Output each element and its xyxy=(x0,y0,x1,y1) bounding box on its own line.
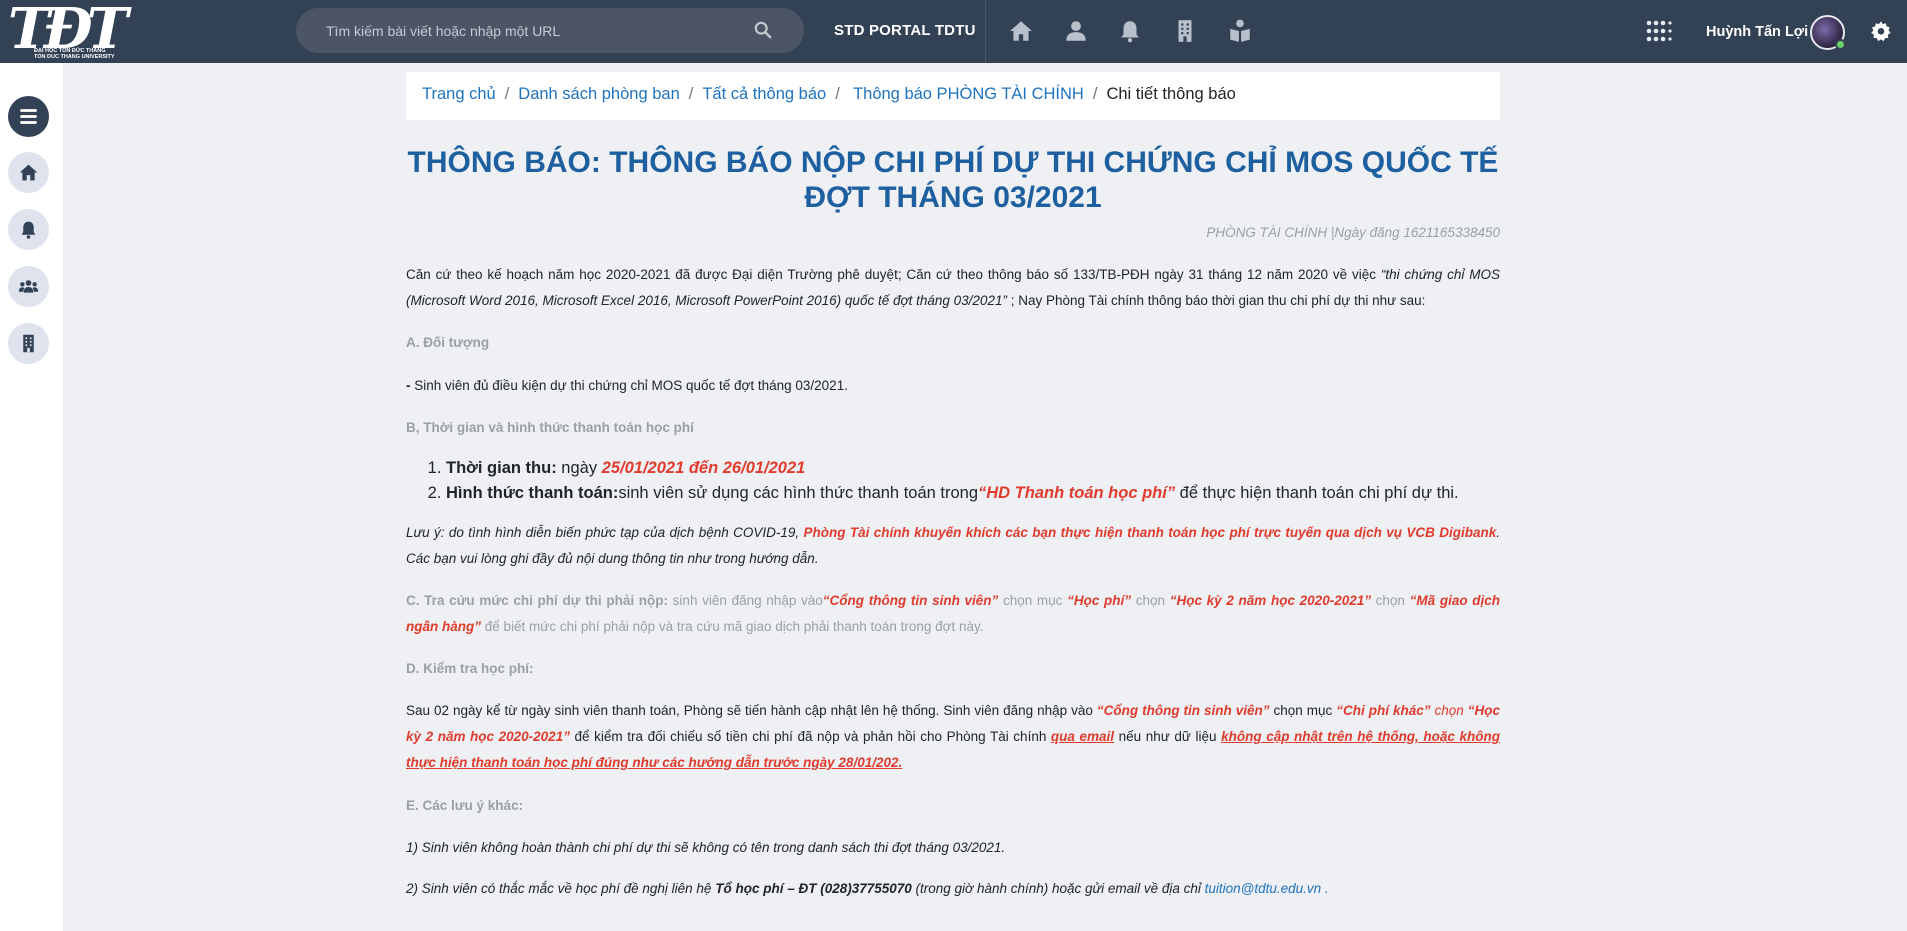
section-d-heading: D. Kiểm tra học phí: xyxy=(406,661,534,676)
portal-label[interactable]: STD PORTAL TDTU xyxy=(834,22,976,39)
section-e-note-2: 2) Sinh viên có thắc mắc về học phí đề n… xyxy=(406,881,1329,896)
section-c: C. Tra cứu mức chi phí dự thi phải nộp: … xyxy=(406,593,1501,634)
tuition-email-link[interactable]: tuition@tdtu.edu.vn . xyxy=(1205,881,1329,896)
navbar-divider xyxy=(985,0,986,63)
breadcrumb-link-departments[interactable]: Danh sách phòng ban xyxy=(518,85,679,103)
article-meta: PHÒNG TÀI CHÍNH |Ngày đăng 1621165338450 xyxy=(1206,225,1500,240)
sidebar-item-groups[interactable] xyxy=(8,266,49,307)
breadcrumb-link-home[interactable]: Trang chủ xyxy=(422,85,496,103)
building-icon[interactable] xyxy=(1172,18,1198,44)
online-status-dot xyxy=(1835,39,1846,50)
bell-icon[interactable] xyxy=(1117,18,1143,44)
user-icon[interactable] xyxy=(1063,18,1089,44)
logo-subtitle: ĐẠI HỌC TÔN ĐỨC THẮNG TON DUC THANG UNIV… xyxy=(34,48,115,60)
page-title: THÔNG BÁO: THÔNG BÁO NỘP CHI PHÍ DỰ THI … xyxy=(407,146,1499,214)
users-icon xyxy=(18,280,39,293)
breadcrumb-link-all-notices[interactable]: Tất cả thông báo xyxy=(702,85,826,103)
intro-paragraph: Căn cứ theo kế hoạch năm học 2020-2021 đ… xyxy=(406,267,1500,308)
home-icon xyxy=(19,164,38,181)
section-a-heading: A. Đối tượng xyxy=(406,335,490,350)
search-icon[interactable] xyxy=(754,21,772,39)
section-e-note-1: 1) Sinh viên không hoàn thành chi phí dự… xyxy=(406,840,1006,855)
left-sidebar xyxy=(0,63,63,931)
section-a-text: - Sinh viên đủ điều kiện dự thi chứng ch… xyxy=(406,378,848,393)
section-e-heading: E. Các lưu ý khác: xyxy=(406,798,524,813)
covid-note: Lưu ý: do tình hình diễn biến phức tạp c… xyxy=(406,525,1500,566)
section-b-heading: B, Thời gian và hình thức thanh toán học… xyxy=(406,420,694,435)
sidebar-item-notifications[interactable] xyxy=(8,209,49,250)
search-bar[interactable]: Tìm kiếm bài viết hoặc nhập một URL xyxy=(296,8,804,53)
avatar[interactable] xyxy=(1810,15,1846,50)
building-icon xyxy=(23,334,34,353)
payment-info-list: Thời gian thu: ngày 25/01/2021 đến 26/01… xyxy=(430,456,1459,506)
gear-icon[interactable] xyxy=(1870,20,1892,42)
sidebar-menu-button[interactable] xyxy=(8,96,49,137)
breadcrumb: Trang chủ / Danh sách phòng ban / Tất cả thô… xyxy=(406,72,1500,120)
tdtu-logo[interactable]: TĐT ĐẠI HỌC TÔN ĐỨC THẮNG TON DUC THANG … xyxy=(8,0,128,63)
menu-icon xyxy=(20,109,37,124)
home-icon[interactable] xyxy=(1008,18,1034,44)
section-d-text: Sau 02 ngày kể từ ngày sinh viên thanh t… xyxy=(406,703,1501,770)
list-item: Hình thức thanh toán:sinh viên sử dụng c… xyxy=(446,481,1459,506)
user-name[interactable]: Huỳnh Tấn Lợi xyxy=(1706,24,1808,40)
list-item: Thời gian thu: ngày 25/01/2021 đến 26/01… xyxy=(446,456,1459,481)
search-input[interactable]: Tìm kiếm bài viết hoặc nhập một URL xyxy=(326,23,560,39)
breadcrumb-current: Chi tiết thông báo xyxy=(1106,85,1236,103)
apps-grid-icon[interactable] xyxy=(1646,20,1672,42)
bell-icon xyxy=(21,221,36,239)
book-reader-icon[interactable] xyxy=(1227,18,1253,44)
breadcrumb-link-finance-notices[interactable]: Thông báo PHÒNG TÀI CHÍNH xyxy=(853,85,1084,103)
top-navbar: TĐT ĐẠI HỌC TÔN ĐỨC THẮNG TON DUC THANG … xyxy=(0,0,1907,63)
sidebar-item-home[interactable] xyxy=(8,152,49,193)
sidebar-item-departments[interactable] xyxy=(8,323,49,364)
